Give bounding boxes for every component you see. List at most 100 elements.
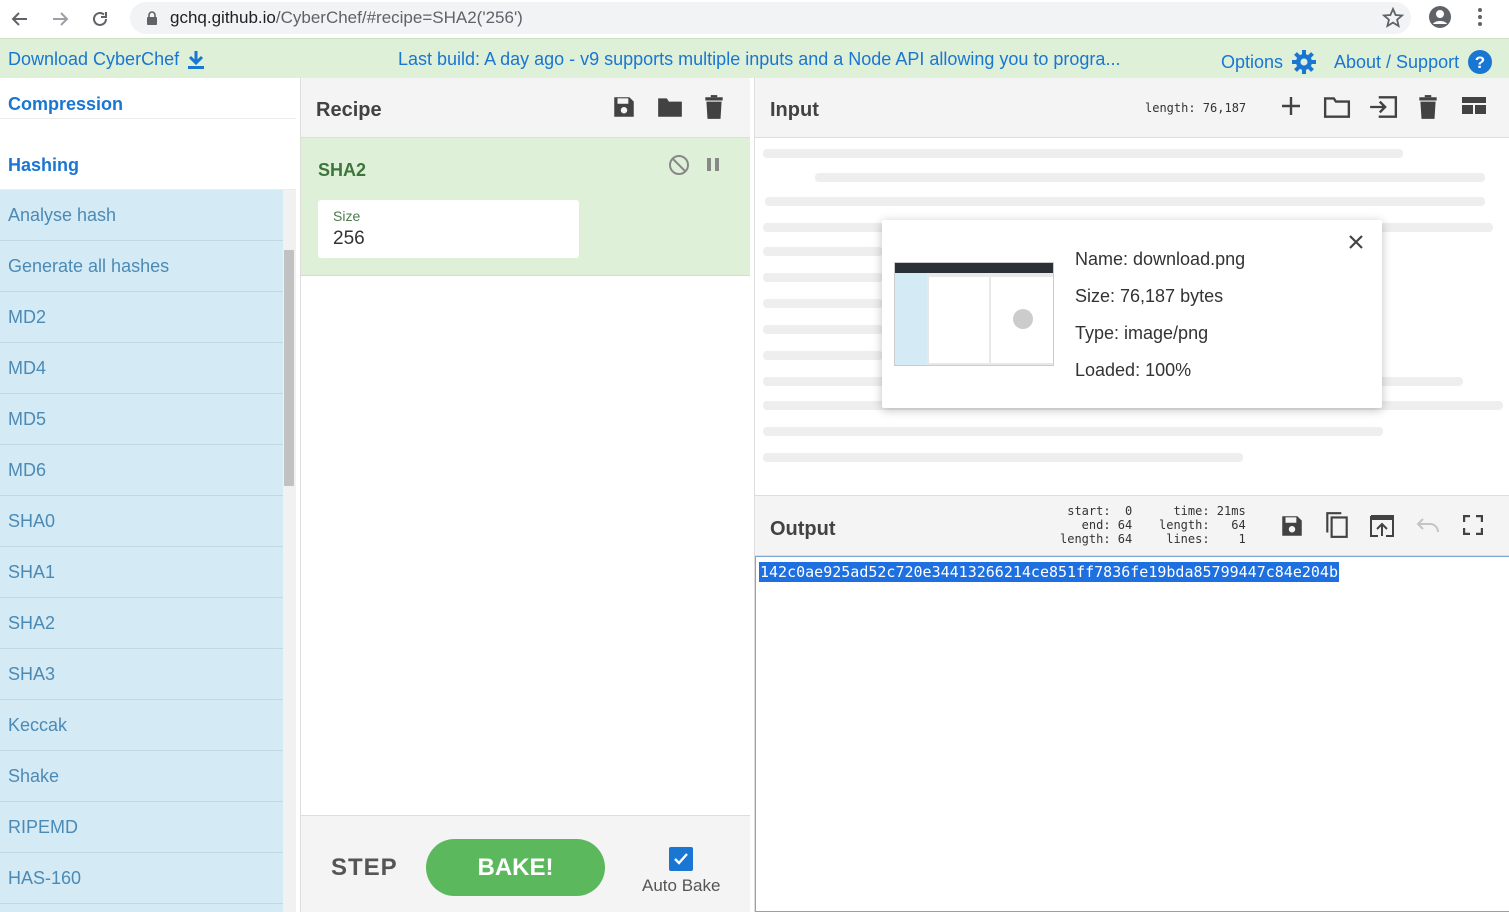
step-button[interactable]: STEP <box>331 854 398 882</box>
operation-title: SHA2 <box>318 160 367 180</box>
blurred-text-line <box>763 325 883 334</box>
lock-icon <box>147 11 157 25</box>
output-hash-value[interactable]: 142c0ae925ad52c720e34413266214ce851ff783… <box>759 562 1339 582</box>
auto-bake-checkbox[interactable] <box>669 847 693 871</box>
operation-label: Generate all hashes <box>8 256 170 276</box>
operations-scrollbar-thumb[interactable] <box>284 250 294 486</box>
bake-controls: STEP BAKE! Auto Bake <box>301 815 750 912</box>
account-button[interactable] <box>1427 4 1453 30</box>
operation-shake[interactable]: Shake <box>0 751 283 802</box>
open-folder-button[interactable] <box>1323 94 1351 120</box>
blurred-text-line <box>763 149 1403 158</box>
folder-open-icon <box>1323 97 1351 118</box>
operation-ripemd[interactable]: RIPEMD <box>0 802 283 853</box>
size-field[interactable]: Size 256 <box>318 200 579 258</box>
check-icon <box>674 853 688 865</box>
recipe-title: Recipe <box>316 99 382 121</box>
browser-menu-button[interactable] <box>1470 4 1490 30</box>
about-support-link[interactable]: About / Support ? <box>1334 49 1493 75</box>
bookmark-button[interactable] <box>1381 6 1405 30</box>
blurred-text-line <box>763 351 883 360</box>
copy-output-button[interactable] <box>1324 511 1350 539</box>
recipe-header: Recipe <box>301 78 750 138</box>
bake-button[interactable]: BAKE! <box>426 839 605 896</box>
input-length: length: 76,187 <box>1145 101 1247 115</box>
operation-sha3[interactable]: SHA3 <box>0 649 283 700</box>
save-output-button[interactable] <box>1279 513 1305 539</box>
output-area[interactable] <box>755 556 1509 912</box>
operation-label: SHA1 <box>8 562 56 582</box>
load-recipe-button[interactable] <box>656 94 684 120</box>
output-time-stats: time: 21ms length: 64 lines: 1 <box>1159 504 1246 546</box>
file-details-card: Name: download.png Size: 76,187 bytes Ty… <box>882 220 1382 408</box>
maximise-output-button[interactable] <box>1463 515 1483 535</box>
forward-button[interactable] <box>40 0 80 38</box>
close-file-details-button[interactable] <box>1348 234 1364 250</box>
category-compression[interactable]: Compression <box>0 68 296 119</box>
open-file-button[interactable] <box>1368 94 1398 120</box>
operation-md5[interactable]: MD5 <box>0 394 283 445</box>
options-link[interactable]: Options <box>1221 49 1317 75</box>
pause-icon <box>707 158 719 171</box>
clear-recipe-button[interactable] <box>703 94 725 120</box>
download-label: Download CyberChef <box>8 49 180 69</box>
disable-operation-button[interactable] <box>668 154 690 176</box>
operation-md6[interactable]: MD6 <box>0 445 283 496</box>
operation-label: SHA2 <box>8 613 56 633</box>
operation-sha1[interactable]: SHA1 <box>0 547 283 598</box>
reset-layout-button[interactable] <box>1461 94 1487 118</box>
back-button[interactable] <box>0 0 40 38</box>
clear-input-button[interactable] <box>1417 94 1439 120</box>
download-icon <box>188 50 205 69</box>
reload-icon <box>93 11 107 26</box>
undo-switch-button[interactable] <box>1415 515 1441 535</box>
blurred-text-line <box>763 299 883 308</box>
undo-icon <box>1416 518 1439 533</box>
save-icon <box>614 97 634 117</box>
input-file-icon <box>1370 96 1398 118</box>
save-recipe-button[interactable] <box>611 94 637 120</box>
operation-label: Shake <box>8 766 60 786</box>
size-value[interactable]: 256 <box>333 228 365 250</box>
more-vert-icon <box>1478 8 1482 26</box>
build-message[interactable]: Last build: A day ago - v9 supports mult… <box>398 49 1120 70</box>
operation-keccak[interactable]: Keccak <box>0 700 283 751</box>
operation-label: Analyse hash <box>8 205 117 225</box>
operation-label: MD2 <box>8 307 47 327</box>
account-icon <box>1429 6 1451 28</box>
reload-button[interactable] <box>80 0 120 38</box>
size-label: Size <box>333 208 361 224</box>
plus-icon <box>1282 97 1300 115</box>
gear-icon <box>1292 50 1317 74</box>
recipe-operation-sha2[interactable]: SHA2 Size 256 <box>301 138 750 276</box>
output-position-stats: start: 0 end: 64 length: 64 <box>1060 504 1133 546</box>
output-panel: Output start: 0 end: 64 length: 64 time:… <box>754 495 1509 912</box>
block-icon <box>669 155 689 175</box>
blurred-text-line <box>765 197 1485 206</box>
arrow-left-icon <box>11 12 27 26</box>
auto-bake-label: Auto Bake <box>642 876 721 895</box>
replace-input-button[interactable] <box>1369 513 1395 539</box>
operation-sha0[interactable]: SHA0 <box>0 496 283 547</box>
url-domain: gchq.github.io <box>170 8 276 27</box>
file-type: Type: image/png <box>1075 323 1209 343</box>
operation-md2[interactable]: MD2 <box>0 292 283 343</box>
operation-label: MD5 <box>8 409 47 429</box>
operation-label: SHA0 <box>8 511 56 531</box>
category-hashing[interactable]: Hashing <box>0 139 296 190</box>
file-name: Name: download.png <box>1075 249 1246 269</box>
file-loaded: Loaded: 100% <box>1075 360 1192 380</box>
blurred-text-line <box>763 427 1383 436</box>
operation-has-160[interactable]: HAS-160 <box>0 853 283 904</box>
add-input-tab-button[interactable] <box>1279 94 1303 118</box>
input-panel: Input length: 76,187 Name: download.png … <box>754 78 1509 495</box>
trash-icon <box>1419 95 1437 119</box>
operation-analyse-hash[interactable]: Analyse hash <box>0 190 283 241</box>
operation-md4[interactable]: MD4 <box>0 343 283 394</box>
operation-label: MD4 <box>8 358 47 378</box>
download-cyberchef-link[interactable]: Download CyberChef <box>8 49 205 70</box>
breakpoint-button[interactable] <box>705 156 721 174</box>
operation-sha2[interactable]: SHA2 <box>0 598 283 649</box>
operation-generate-all-hashes[interactable]: Generate all hashes <box>0 241 283 292</box>
address-bar[interactable]: gchq.github.io/CyberChef/#recipe=SHA2('2… <box>130 2 1411 34</box>
